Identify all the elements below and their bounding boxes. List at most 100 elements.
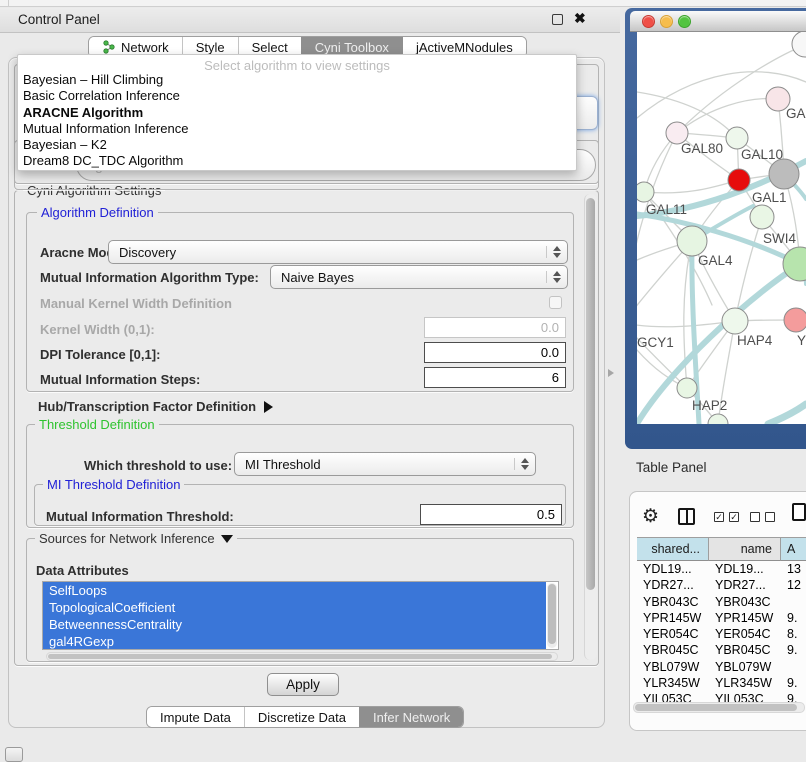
- hub-definition-toggle[interactable]: Hub/Transcription Factor Definition: [38, 399, 273, 414]
- minimize-window-icon[interactable]: [660, 15, 673, 28]
- kernel-width-input[interactable]: 0.0: [424, 317, 566, 338]
- app-toolbar-edge: [0, 0, 806, 7]
- algorithm-definition-title: Algorithm Definition: [37, 205, 158, 220]
- split-view-icon[interactable]: [678, 508, 695, 525]
- bottom-tabbar: Impute Data Discretize Data Infer Networ…: [146, 706, 464, 728]
- network-node[interactable]: [750, 205, 774, 229]
- attributes-hscrollbar-track[interactable]: [46, 652, 558, 661]
- table-hscrollbar-thumb[interactable]: [635, 704, 797, 711]
- network-edge[interactable]: [637, 323, 687, 388]
- network-edge[interactable]: [768, 404, 806, 424]
- table-cell: YER054C: [709, 626, 781, 642]
- network-icon: [102, 40, 116, 54]
- column-header-third[interactable]: A: [781, 537, 806, 561]
- settings-scrollbar-thumb[interactable]: [586, 198, 595, 590]
- network-node[interactable]: [784, 308, 806, 332]
- stepper-icon: [546, 271, 561, 283]
- attributes-scrollbar-thumb[interactable]: [548, 584, 556, 644]
- network-node[interactable]: [792, 32, 806, 57]
- manual-kernel-label: Manual Kernel Width Definition: [40, 296, 232, 311]
- tab-discretize-data[interactable]: Discretize Data: [244, 707, 359, 727]
- checked-box-icon: ✓: [729, 512, 739, 522]
- attribute-list-item[interactable]: SelfLoops: [43, 582, 546, 599]
- attribute-list-item[interactable]: BetweennessCentrality: [43, 616, 546, 633]
- network-window-titlebar[interactable]: [630, 11, 806, 32]
- algorithm-option[interactable]: Mutual Information Inference: [18, 121, 576, 137]
- mi-type-label: Mutual Information Algorithm Type:: [40, 270, 259, 285]
- tab-network-label: Network: [121, 40, 169, 55]
- gear-icon[interactable]: ⚙: [642, 505, 659, 528]
- network-canvas[interactable]: GALGAL80GAL10GAL1GAL11SWI4GAL4HAP4YGCY1H…: [637, 32, 806, 424]
- table-row[interactable]: YDL19...YDL19...13: [637, 561, 806, 577]
- mi-threshold-input[interactable]: 0.5: [420, 504, 562, 525]
- mi-type-select[interactable]: Naive Bayes: [270, 265, 568, 289]
- attribute-list-item[interactable]: gal4RGexp: [43, 633, 546, 650]
- table-cell: YDR27...: [709, 577, 781, 593]
- kernel-width-label: Kernel Width (0,1):: [40, 322, 155, 337]
- node-label: HAP4: [737, 333, 773, 348]
- column-header-name[interactable]: name: [709, 537, 781, 561]
- table-row[interactable]: YDR27...YDR27...12: [637, 577, 806, 593]
- table-row[interactable]: YLR345WYLR345W9.: [637, 675, 806, 691]
- close-icon[interactable]: ✖: [574, 10, 586, 27]
- network-node[interactable]: [677, 378, 697, 398]
- table-row[interactable]: YBR043CYBR043C: [637, 594, 806, 610]
- table-cell: 12: [781, 577, 806, 593]
- mi-steps-input[interactable]: 6: [424, 367, 566, 388]
- float-panel-icon[interactable]: [552, 14, 563, 25]
- network-node[interactable]: [637, 182, 654, 202]
- network-node[interactable]: [726, 127, 748, 149]
- network-node[interactable]: [722, 308, 748, 334]
- manual-kernel-checkbox[interactable]: [549, 296, 562, 309]
- network-node[interactable]: [769, 159, 799, 189]
- aracne-mode-select[interactable]: Discovery: [108, 240, 568, 264]
- data-attributes-list[interactable]: SelfLoopsTopologicalCoefficientBetweenne…: [42, 581, 559, 650]
- tab-impute-data-label: Impute Data: [160, 710, 231, 725]
- table-cell: YDL19...: [637, 561, 709, 577]
- attributes-scrollbar-track[interactable]: [547, 583, 557, 648]
- tab-jactivemnodules-label: jActiveMNodules: [416, 40, 513, 55]
- node-label: GAL4: [698, 253, 733, 268]
- close-window-icon[interactable]: [642, 15, 655, 28]
- mi-threshold-value: 0.5: [537, 507, 555, 522]
- table-row[interactable]: YBL079WYBL079W: [637, 659, 806, 675]
- collapsed-panel-button[interactable]: [5, 747, 23, 762]
- attribute-list-item[interactable]: TopologicalCoefficient: [43, 599, 546, 616]
- document-icon[interactable]: [792, 503, 806, 521]
- apply-button[interactable]: Apply: [267, 673, 339, 696]
- network-edge[interactable]: [677, 99, 778, 133]
- algorithm-option[interactable]: Basic Correlation Inference: [18, 88, 576, 104]
- dpi-tolerance-input[interactable]: 0.0: [424, 342, 566, 363]
- column-header-shared-name[interactable]: shared...: [637, 537, 709, 561]
- kernel-width-value: 0.0: [541, 320, 559, 335]
- unchecked-box-icon: [765, 512, 775, 522]
- mi-type-value: Naive Bayes: [281, 270, 354, 285]
- dpi-tolerance-value: 0.0: [541, 345, 559, 360]
- sources-title-text: Sources for Network Inference: [39, 531, 215, 546]
- tab-impute-data[interactable]: Impute Data: [147, 707, 244, 727]
- panel-divider-arrow[interactable]: [608, 369, 614, 377]
- algorithm-option[interactable]: Bayesian – Hill Climbing: [18, 72, 576, 88]
- control-panel-titlebar: Control Panel ✖: [0, 8, 620, 33]
- network-node[interactable]: [728, 169, 750, 191]
- attributes-hscrollbar-thumb[interactable]: [48, 654, 552, 659]
- node-label: SWI4: [763, 231, 796, 246]
- table-row[interactable]: YBR045CYBR045C9.: [637, 642, 806, 658]
- network-edge[interactable]: [644, 180, 739, 193]
- algorithm-option[interactable]: ARACNE Algorithm: [18, 105, 576, 121]
- zoom-window-icon[interactable]: [678, 15, 691, 28]
- select-all-icon[interactable]: ✓ ✓: [714, 512, 739, 522]
- tab-cyni-toolbox-label: Cyni Toolbox: [315, 40, 389, 55]
- deselect-all-icon[interactable]: [750, 512, 775, 522]
- network-node[interactable]: [677, 226, 707, 256]
- tab-infer-network[interactable]: Infer Network: [359, 707, 463, 727]
- table-row[interactable]: YER054CYER054C8.: [637, 626, 806, 642]
- node-label: GAL: [786, 106, 806, 121]
- table-row[interactable]: YPR145WYPR145W9.: [637, 610, 806, 626]
- sources-group-title[interactable]: Sources for Network Inference: [35, 531, 237, 546]
- table-hscrollbar-track[interactable]: [633, 702, 805, 713]
- which-threshold-select[interactable]: MI Threshold: [234, 452, 536, 476]
- tab-infer-network-label: Infer Network: [373, 710, 450, 725]
- algorithm-option[interactable]: Bayesian – K2: [18, 137, 576, 153]
- algorithm-option[interactable]: Dream8 DC_TDC Algorithm: [18, 153, 576, 169]
